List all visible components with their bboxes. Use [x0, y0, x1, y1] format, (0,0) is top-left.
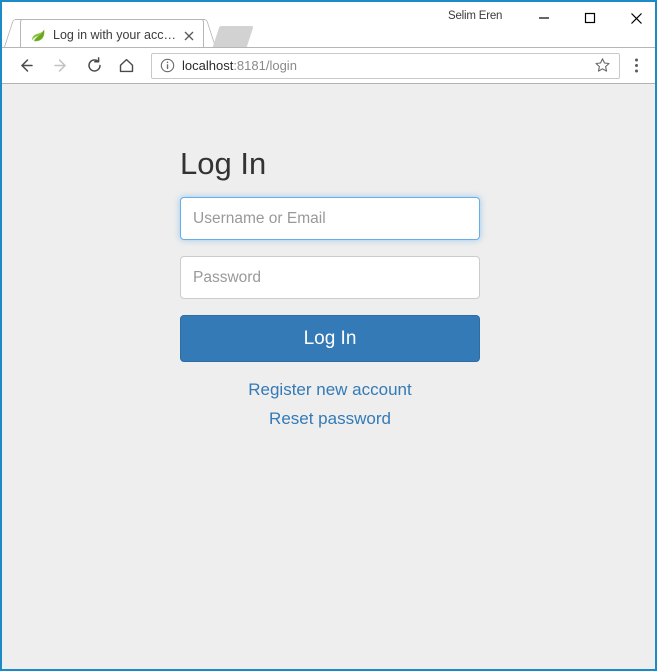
reload-button[interactable] [80, 52, 108, 80]
reset-password-link[interactable]: Reset password [180, 404, 480, 433]
profile-name-label[interactable]: Selim Eren [448, 10, 502, 22]
home-icon [119, 58, 133, 73]
forward-arrow-icon [53, 59, 66, 72]
minimize-icon [539, 17, 549, 19]
maximize-button[interactable] [574, 5, 606, 31]
close-tab-button[interactable] [182, 29, 196, 43]
spring-leaf-icon [32, 29, 45, 42]
minimize-button[interactable] [528, 5, 560, 31]
address-bar[interactable]: localhost:8181/login [151, 52, 620, 79]
browser-toolbar: localhost:8181/login [2, 48, 655, 84]
login-button[interactable]: Log In [180, 315, 480, 362]
browser-window: Selim Eren Log in with your account loca… [0, 0, 657, 671]
register-new-account-link[interactable]: Register new account [180, 375, 480, 404]
close-tab-icon [184, 31, 194, 41]
page-title: Log In [180, 146, 267, 181]
password-input[interactable] [180, 256, 480, 299]
new-tab-button[interactable] [212, 26, 254, 48]
url-path: :8181/login [233, 58, 297, 73]
back-arrow-icon [20, 59, 33, 72]
back-button[interactable] [12, 52, 40, 80]
home-button[interactable] [112, 52, 140, 80]
maximize-icon [584, 12, 596, 24]
tab-title: Log in with your account [53, 28, 179, 42]
url-host: localhost [182, 58, 234, 73]
title-bar: Selim Eren Log in with your account [2, 0, 655, 50]
three-dot-menu-icon [634, 58, 638, 73]
username-input[interactable] [180, 197, 480, 240]
browser-tab[interactable]: Log in with your account [20, 19, 204, 50]
close-window-button[interactable] [620, 5, 652, 31]
browser-menu-button[interactable] [623, 52, 649, 80]
forward-button [46, 52, 74, 80]
url-text: localhost:8181/login [182, 58, 591, 73]
info-circle-icon[interactable] [160, 58, 175, 73]
login-form: Log In Log In Register new account Reset… [180, 148, 480, 433]
close-icon [630, 12, 642, 24]
bookmark-button[interactable] [591, 55, 613, 77]
star-icon [594, 58, 610, 72]
page-viewport: Log In Log In Register new account Reset… [2, 84, 655, 669]
reload-icon [87, 57, 101, 72]
